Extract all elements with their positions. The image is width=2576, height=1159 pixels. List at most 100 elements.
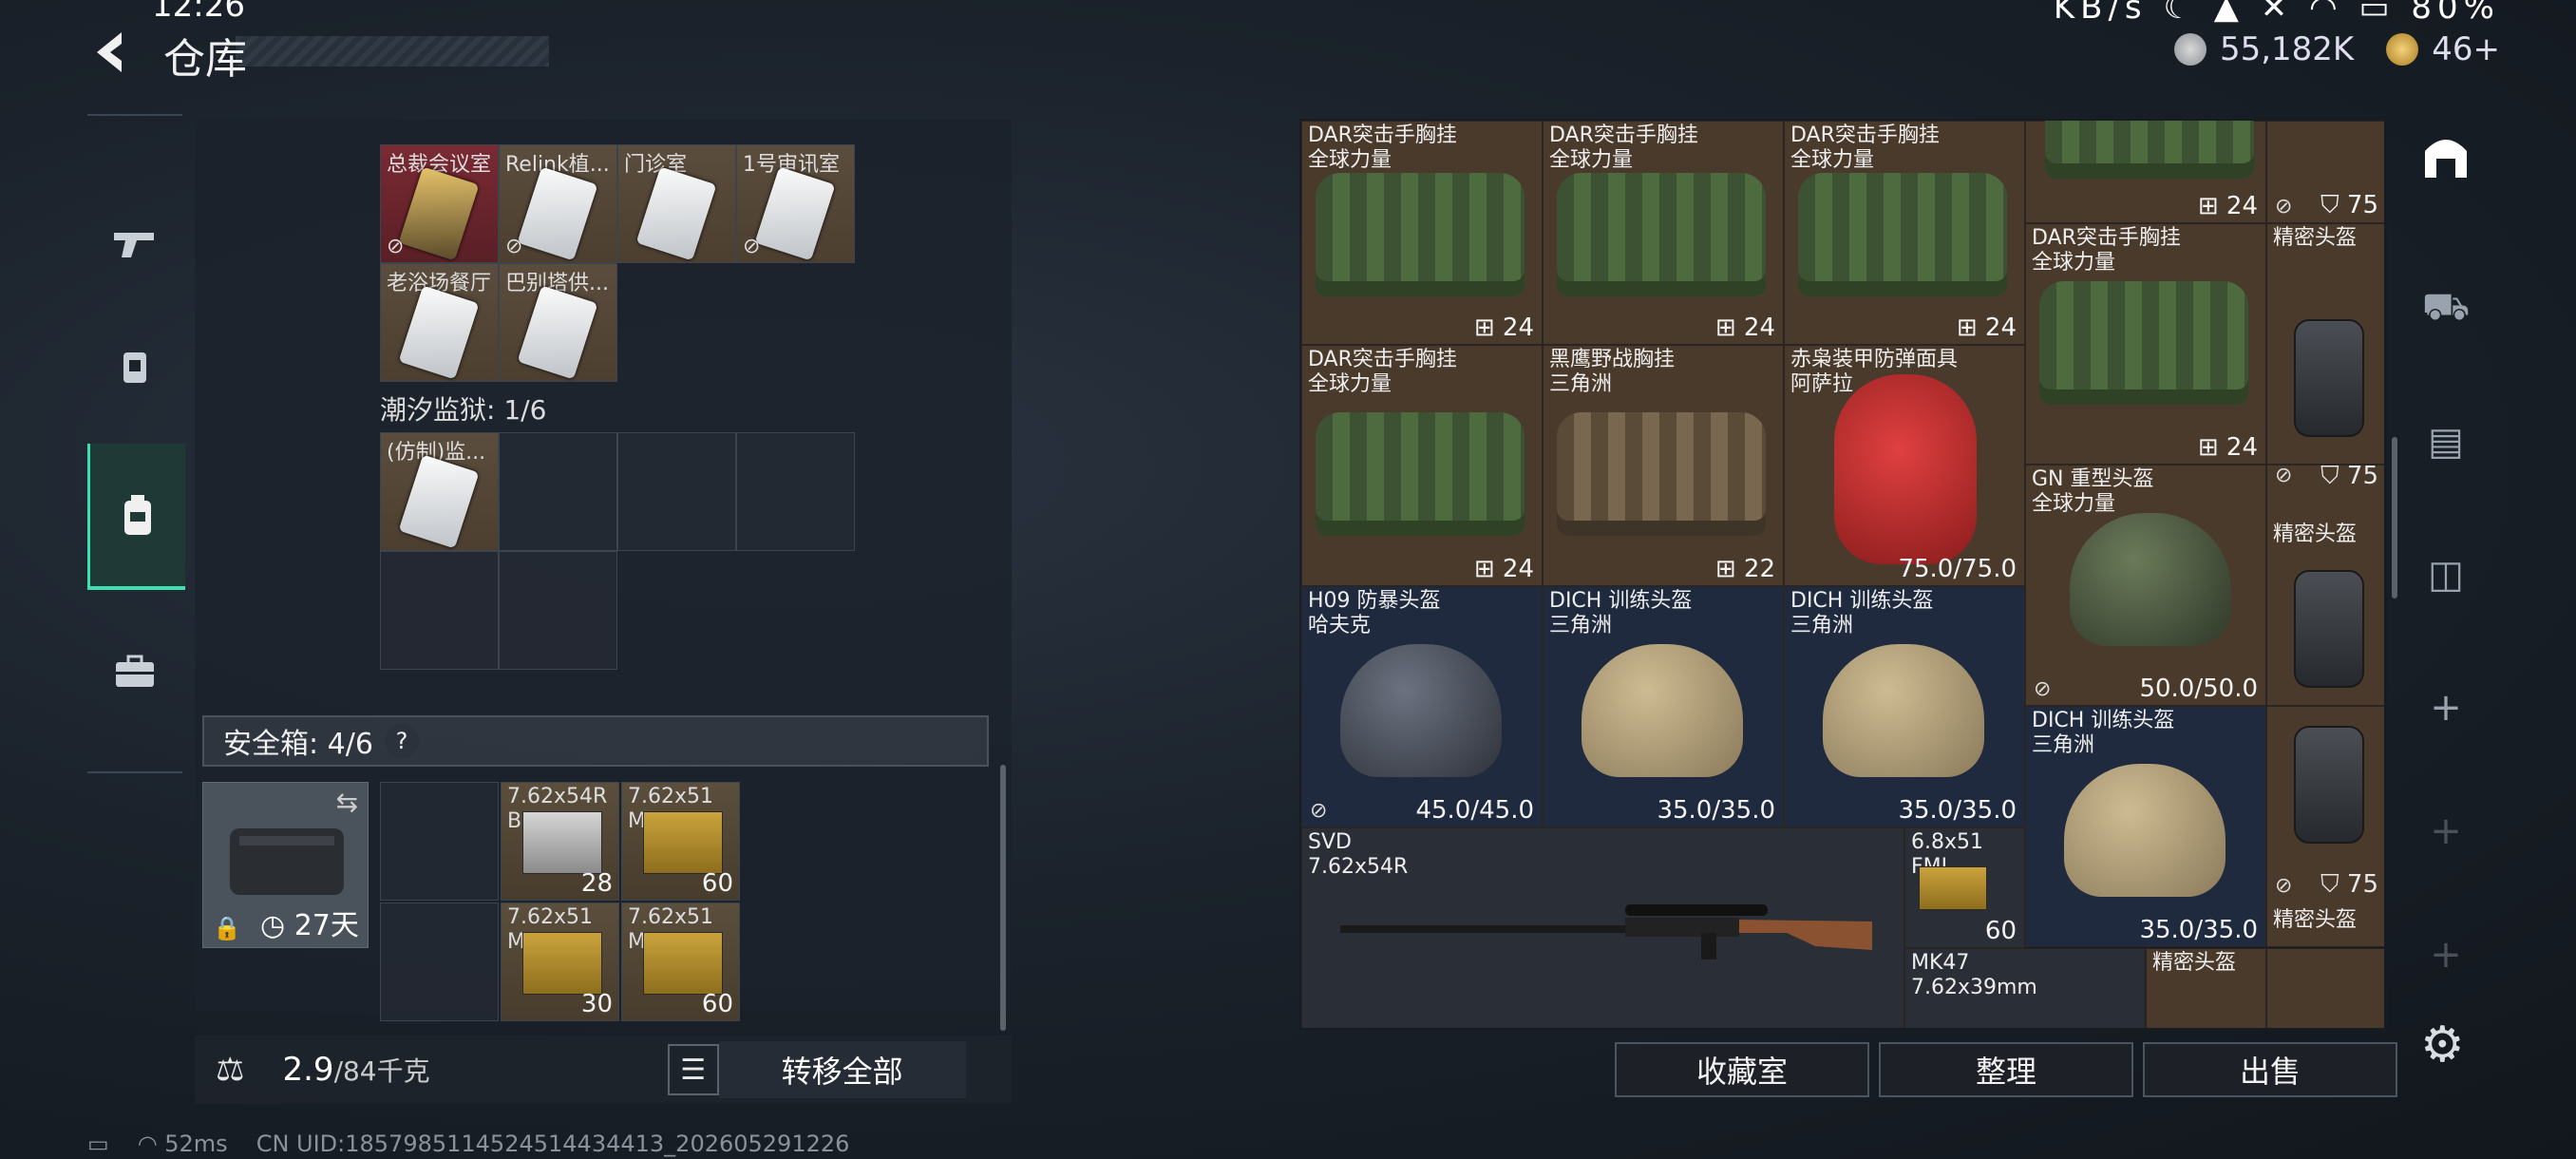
empty-slot[interactable] bbox=[499, 551, 617, 670]
helmet-item[interactable]: DICH 训练头盔 三角洲 35.0/35.0 bbox=[1784, 586, 2025, 827]
right-nav: ⛟ ▤ ◫ + + + bbox=[2413, 124, 2479, 1026]
ammo-slot[interactable]: 7.62x54R B 28 bbox=[501, 782, 619, 901]
keycard-slot[interactable]: 老浴场餐厅 bbox=[380, 263, 499, 382]
premium-amount[interactable]: 46+ bbox=[2432, 30, 2500, 68]
prison-section-title: 潮汐监狱: 1/6 bbox=[380, 394, 547, 426]
helmet-item[interactable]: 精密头盔 bbox=[2266, 223, 2384, 465]
keycard-slot[interactable]: 巴别塔供... bbox=[499, 263, 617, 382]
sniper-rifle-item[interactable]: SVD 7.62x54R bbox=[1301, 827, 1904, 1028]
item-count: 60 bbox=[1984, 917, 2017, 945]
keycard-slot[interactable]: 总裁会议室 ⊘ bbox=[380, 144, 499, 263]
helmet-item[interactable]: ⊘ ⛉ 75 精密头盔 bbox=[2266, 706, 2384, 947]
empty-slot[interactable] bbox=[736, 432, 855, 551]
transfer-all-button[interactable]: 转移全部 bbox=[718, 1041, 966, 1098]
nav-case[interactable] bbox=[87, 600, 182, 743]
sell-button[interactable]: 出售 bbox=[2143, 1042, 2397, 1097]
safe-case[interactable]: ⇆ 🔒 ◷ 27天 bbox=[202, 782, 369, 948]
add-tab-button[interactable]: + bbox=[2413, 674, 2479, 741]
helmet-item[interactable] bbox=[2266, 948, 2384, 1028]
helmet-item[interactable]: ⊘ ⛉ 75 bbox=[2266, 121, 2384, 223]
rifle-icon bbox=[1340, 904, 1872, 960]
list-icon[interactable]: ☰ bbox=[667, 1044, 719, 1095]
helmet-item[interactable]: ⊘ ⛉ 75 精密头盔 bbox=[2266, 462, 2384, 706]
right-scrollbar[interactable] bbox=[2392, 437, 2397, 598]
ammo-box-icon bbox=[643, 932, 723, 995]
helmet-item[interactable]: GN 重型头盔 全球力量 ⊘ 50.0/50.0 bbox=[2025, 465, 2266, 706]
safe-box-title: 安全箱: 4/6 bbox=[223, 728, 373, 761]
left-nav bbox=[87, 114, 185, 773]
ammo-box-icon bbox=[522, 811, 602, 874]
keycard-slot[interactable]: Relink植... ⊘ bbox=[499, 144, 617, 263]
rifle-item[interactable]: MK47 7.62x39mm bbox=[1904, 948, 2146, 1028]
help-button[interactable]: ? bbox=[384, 724, 419, 758]
red-mask-icon bbox=[1834, 374, 1977, 564]
armor-plate-icon bbox=[2294, 570, 2364, 688]
home-stash-tab[interactable] bbox=[2413, 124, 2479, 190]
empty-slot[interactable] bbox=[617, 432, 736, 551]
ammo-slot[interactable]: 7.62x51 M8060 bbox=[621, 902, 740, 1021]
empty-slot[interactable] bbox=[380, 782, 499, 901]
empty-slot[interactable] bbox=[380, 551, 499, 670]
helmet-icon bbox=[1340, 644, 1502, 777]
back-button[interactable] bbox=[87, 28, 135, 76]
nav-equipment[interactable] bbox=[87, 296, 182, 439]
nav-weapons[interactable] bbox=[87, 173, 182, 315]
helmet-item[interactable]: DICH 训练头盔 三角洲 35.0/35.0 bbox=[2025, 706, 2266, 947]
chest-rig-item[interactable]: DAR突击手胸挂 全球力量 ⊞ 24 bbox=[1301, 345, 1543, 586]
helmet-icon bbox=[1582, 644, 1743, 777]
folder-icon: ▤ bbox=[2428, 420, 2464, 464]
collection-room-button[interactable]: 收藏室 bbox=[1615, 1042, 1869, 1097]
face-mask-item[interactable]: 赤枭装甲防弹面具 阿萨拉 75.0/75.0 bbox=[1784, 345, 2025, 586]
keycard-icon bbox=[517, 166, 598, 261]
helmet-item[interactable]: DICH 训练头盔 三角洲 35.0/35.0 bbox=[1543, 586, 1784, 827]
gun-icon bbox=[114, 233, 154, 257]
keycard-icon bbox=[398, 454, 480, 549]
keycard-icon bbox=[398, 285, 480, 380]
battery-icon: ▭ bbox=[87, 1130, 109, 1157]
stash-tab-4[interactable]: ◫ bbox=[2413, 542, 2479, 608]
chest-rig-item[interactable]: DAR突击手胸挂 全球力量 ⊞ 24 bbox=[2025, 223, 2266, 465]
settings-gear-icon[interactable]: ⚙ bbox=[2420, 1016, 2465, 1074]
armor-rating: ⛉ 75 bbox=[2320, 462, 2378, 490]
add-tab-button[interactable]: + bbox=[2413, 922, 2479, 988]
chest-rig-item[interactable]: 黑鹰野战胸挂 三角洲 ⊞ 22 bbox=[1543, 345, 1784, 586]
item-name: DAR突击手胸挂 全球力量 bbox=[1549, 124, 1698, 172]
chest-rig-item[interactable]: DAR突击手胸挂 全球力量 ⊞ 24 bbox=[1543, 121, 1784, 345]
swap-icon[interactable]: ⇆ bbox=[336, 787, 358, 818]
empty-slot[interactable] bbox=[499, 432, 617, 551]
nav-storage[interactable] bbox=[87, 444, 185, 590]
user-uid: CN UID:1857985114524514434413_2026052912… bbox=[256, 1130, 850, 1157]
keycard-slot[interactable]: 门诊室 bbox=[617, 144, 736, 263]
stash-tab-2[interactable]: ⛟ bbox=[2413, 276, 2479, 342]
currency-bar: 55,182K 46+ bbox=[2173, 30, 2500, 68]
helmet-icon bbox=[1823, 644, 1984, 777]
helmet-item[interactable]: 精密头盔 bbox=[2146, 948, 2266, 1028]
ammo-slot[interactable]: 7.62x51 M8030 bbox=[501, 902, 619, 1021]
chest-rig-item[interactable]: ⊞ 24 bbox=[2025, 121, 2266, 223]
chest-rig-item[interactable]: DAR突击手胸挂 全球力量 ⊞ 24 bbox=[1301, 121, 1543, 345]
item-count: 60 bbox=[701, 990, 733, 1018]
left-scrollbar[interactable] bbox=[1000, 765, 1006, 1031]
item-name: DICH 训练头盔 三角洲 bbox=[1790, 589, 1934, 637]
empty-slot[interactable] bbox=[380, 902, 499, 1021]
stash-actions: 收藏室 整理 出售 bbox=[1615, 1042, 2397, 1097]
no-loot-icon: ⊘ bbox=[1310, 799, 1328, 823]
stash-tab-3[interactable]: ▤ bbox=[2413, 408, 2479, 475]
system-status-icons: KB/s ☾ ▲ ✕ ◠ ▭ 80% bbox=[2054, 0, 2500, 27]
chevron-left-icon bbox=[97, 32, 122, 72]
ammo-slot[interactable]: 7.62x51 M8060 bbox=[621, 782, 740, 901]
chest-rig-item[interactable]: DAR突击手胸挂 全球力量 ⊞ 24 bbox=[1784, 121, 2025, 345]
item-name: 精密头盔 bbox=[2273, 226, 2358, 250]
keycard-slot[interactable]: (仿制)监... bbox=[380, 432, 499, 551]
ammo-box-icon bbox=[1919, 866, 1987, 910]
network-speed: KB/s bbox=[2053, 0, 2148, 27]
ammo-item[interactable]: 6.8x51FMJ 60 bbox=[1904, 827, 2025, 948]
keycard-slot[interactable]: 1号审讯室 ⊘ bbox=[736, 144, 855, 263]
item-name: DAR突击手胸挂 全球力量 bbox=[1308, 124, 1457, 172]
helmet-item[interactable]: H09 防暴头盔 哈夫克 ⊘ 45.0/45.0 bbox=[1301, 586, 1543, 827]
durability: 35.0/35.0 bbox=[2139, 916, 2258, 944]
sort-button[interactable]: 整理 bbox=[1879, 1042, 2133, 1097]
add-tab-button[interactable]: + bbox=[2413, 798, 2479, 864]
weight-current: 2.9 bbox=[282, 1051, 334, 1089]
item-name: H09 防暴头盔 哈夫克 bbox=[1308, 589, 1441, 637]
